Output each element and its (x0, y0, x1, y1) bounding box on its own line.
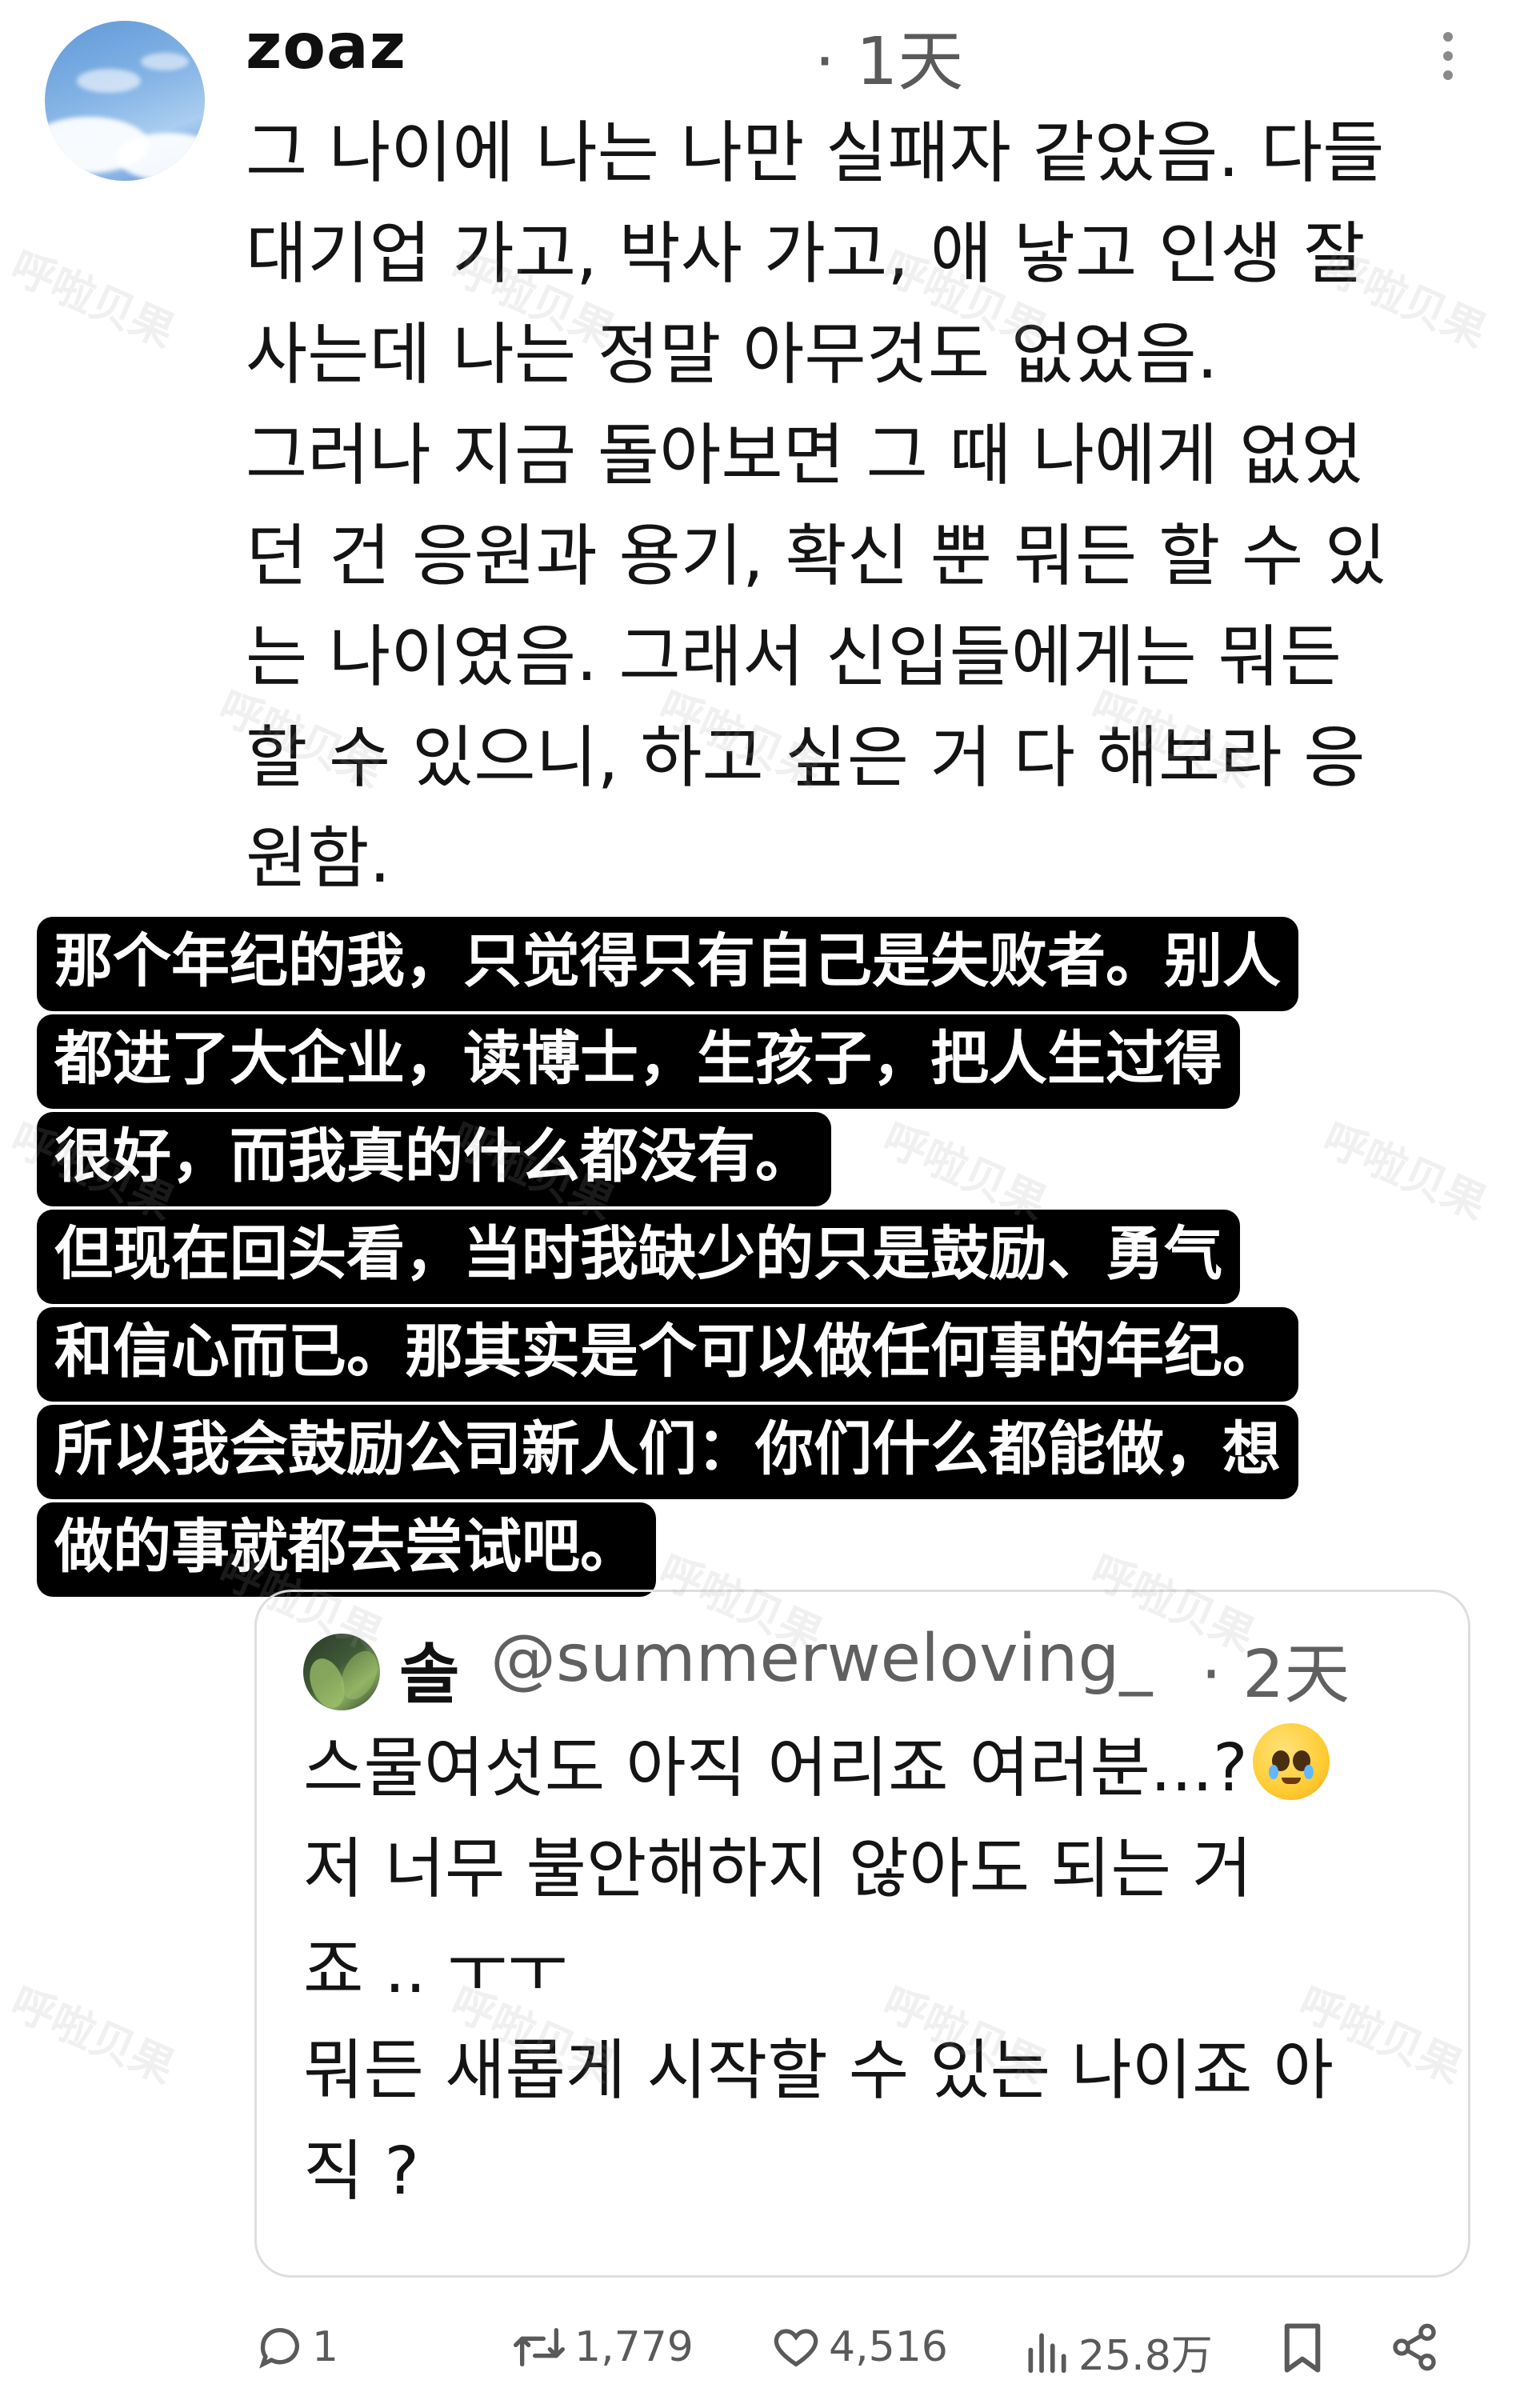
watermark: 呼啦贝果 (3, 1977, 182, 2094)
tweet-text: 그 나이에 나는 나만 실패자 같았음. 다들 대기업 가고, 박사 가고, 애… (246, 102, 1494, 909)
username[interactable]: zoaz (246, 11, 406, 83)
quoted-text-line: 뭐든 새롭게 시작할 수 있는 나이죠 아 (303, 2033, 1334, 2109)
tweet-text-line: 원함. (246, 819, 391, 898)
share-button[interactable] (1389, 2322, 1440, 2373)
quoted-text-line: 죠 .. ㅜㅜ (303, 1932, 568, 2008)
share-icon (1393, 2323, 1436, 2371)
translation-line: 和信心而已。那其实是个可以做任何事的年纪。 (37, 1307, 1298, 1402)
crying-face-emoji-icon (1252, 1723, 1330, 1800)
repost-button[interactable]: 1,779 (510, 2322, 694, 2373)
like-button[interactable]: 4,516 (770, 2322, 948, 2373)
tweet-text-line: 그러나 지금 돌아보면 그 때 나에게 없었 (246, 416, 1363, 494)
tweet-text-line: 는 나이였음. 그래서 신입들에게는 뭐든 (246, 618, 1342, 696)
views-chart-icon (1028, 2332, 1066, 2373)
watermark: 呼啦贝果 (3, 241, 182, 358)
bookmark-button[interactable] (1280, 2322, 1325, 2374)
quoted-tweet-card[interactable]: 솔 @summerweloving_ · 2天 스물여섯도 아직 어리죠 여러분… (254, 1590, 1470, 2278)
quoted-text-line: 스물여섯도 아직 어리죠 여러분...? (303, 1718, 1439, 1819)
quoted-post-time[interactable]: · 2天 (1201, 1621, 1350, 1716)
quoted-text-line: 저 너무 불안해하지 않아도 되는 거 (303, 1831, 1253, 1907)
translation-line: 那个年纪的我，只觉得只有自己是失败者。别人 (37, 917, 1298, 1011)
quoted-text-line: 직 ? (303, 2134, 420, 2210)
user-avatar[interactable] (45, 21, 205, 181)
translation-overlay: 那个年纪的我，只觉得只有自己是失败者。别人 都进了大企业，读博士，生孩子，把人生… (37, 917, 1501, 1600)
heart-icon (774, 2329, 818, 2367)
reply-icon (259, 2328, 299, 2369)
reply-button[interactable]: 1 (254, 2322, 338, 2373)
repost-count: 1,779 (574, 2323, 694, 2371)
post-time[interactable]: · 1天 (814, 8, 963, 103)
translation-line: 做的事就都去尝试吧。 (37, 1502, 656, 1597)
translation-line: 但现在回头看，当时我缺少的只是鼓励、勇气 (37, 1210, 1240, 1304)
reply-count: 1 (312, 2323, 339, 2371)
translation-line: 很好，而我真的什么都没有。 (37, 1112, 831, 1206)
translation-line: 都进了大企业，读博士，生孩子，把人生过得 (37, 1014, 1240, 1109)
more-options-icon[interactable] (1440, 32, 1456, 88)
quoted-user-handle[interactable]: @summerweloving_ (490, 1621, 1152, 1697)
translation-line: 所以我会鼓励公司新人们：你们什么都能做，想 (37, 1405, 1298, 1499)
like-count: 4,516 (829, 2323, 948, 2371)
tweet-text-line: 던 건 응원과 용기, 확신 뿐 뭐든 할 수 있 (246, 517, 1387, 595)
quoted-user-name[interactable]: 솔 (399, 1621, 459, 1716)
quoted-user-avatar[interactable] (303, 1634, 380, 1710)
tweet-text-line: 사는데 나는 정말 아무것도 없었음. (246, 315, 1218, 394)
repost-icon (514, 2328, 565, 2366)
views-button[interactable]: 25.8万 (1022, 2322, 1213, 2382)
bookmark-icon (1284, 2323, 1321, 2373)
tweet-text-line: 대기업 가고, 박사 가고, 애 낳고 인생 잘 (246, 214, 1366, 293)
tweet-text-line: 그 나이에 나는 나만 실패자 같았음. 다들 (246, 114, 1385, 192)
action-bar: 1 1,779 4,516 25.8万 (0, 2322, 1528, 2394)
quoted-tweet-text: 스물여섯도 아직 어리죠 여러분...? 저 너무 불안해하지 않아도 되는 거… (303, 1718, 1439, 2222)
tweet-text-line: 할 수 있으니, 하고 싶은 거 다 해보라 응 (246, 718, 1366, 797)
views-count: 25.8万 (1078, 2332, 1213, 2380)
